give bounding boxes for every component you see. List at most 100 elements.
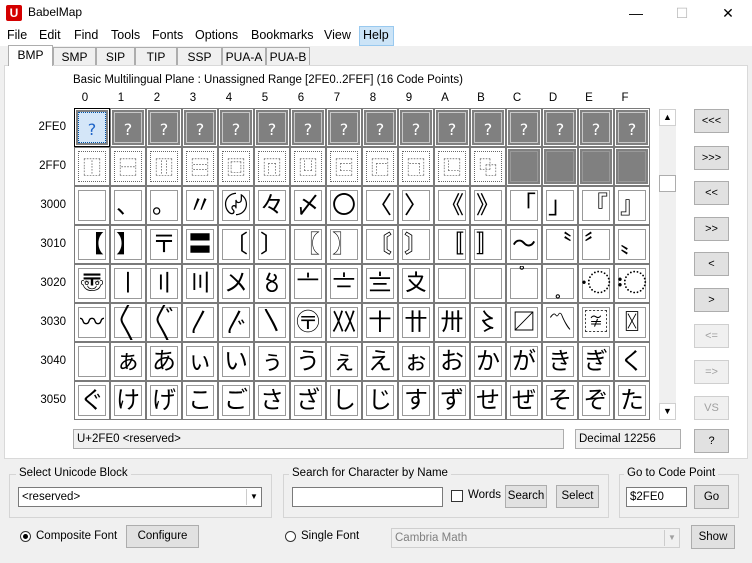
character-cell[interactable]: ⿵ xyxy=(254,147,290,186)
block-select[interactable]: <reserved> xyxy=(18,487,262,507)
nav-button[interactable]: ? xyxy=(694,429,729,453)
character-cell[interactable]: ざ xyxy=(290,381,326,420)
scroll-down-icon[interactable]: ▼ xyxy=(659,403,676,420)
character-cell[interactable]: ? xyxy=(182,108,218,147)
search-input[interactable] xyxy=(292,487,443,507)
character-cell[interactable]: 〆 xyxy=(290,186,326,225)
character-cell[interactable]: 〟 xyxy=(614,225,650,264)
character-cell[interactable]: 「 xyxy=(506,186,542,225)
character-cell[interactable]: 〾 xyxy=(578,303,614,342)
character-cell[interactable]: ? xyxy=(326,108,362,147)
character-cell[interactable]: 〙 xyxy=(398,225,434,264)
character-cell[interactable]: ? xyxy=(362,108,398,147)
character-cell[interactable]: す xyxy=(398,381,434,420)
character-cell[interactable]: 〪 xyxy=(434,264,470,303)
tab-pua-a[interactable]: PUA-A xyxy=(222,47,266,65)
character-cell[interactable]: 〠 xyxy=(74,264,110,303)
character-cell[interactable]: ⿳ xyxy=(182,147,218,186)
character-cell[interactable]: け xyxy=(110,381,146,420)
character-cell[interactable]: 〸 xyxy=(362,303,398,342)
character-cell[interactable]: 〲 xyxy=(146,303,182,342)
character-cell[interactable]: 〣 xyxy=(182,264,218,303)
nav-button[interactable]: <= xyxy=(694,324,729,348)
composite-font-radio[interactable] xyxy=(20,531,31,542)
nav-button[interactable]: > xyxy=(694,288,729,312)
character-cell[interactable]: ? xyxy=(578,108,614,147)
chevron-down-icon[interactable]: ▼ xyxy=(664,530,679,546)
character-cell[interactable]: 〝 xyxy=(542,225,578,264)
character-cell[interactable]: 〺 xyxy=(434,303,470,342)
go-button[interactable]: Go xyxy=(694,485,729,509)
character-cell[interactable]: ? xyxy=(506,108,542,147)
character-cell[interactable] xyxy=(578,147,614,186)
character-cell[interactable]: じ xyxy=(362,381,398,420)
nav-button[interactable]: < xyxy=(694,252,729,276)
character-cell[interactable]: ⿹ xyxy=(398,147,434,186)
character-cell[interactable]: ぁ xyxy=(110,342,146,381)
character-cell[interactable] xyxy=(74,186,110,225)
nav-button[interactable]: >> xyxy=(694,217,729,241)
character-cell[interactable]: ご xyxy=(218,381,254,420)
character-cell[interactable] xyxy=(506,147,542,186)
character-cell[interactable]: え xyxy=(362,342,398,381)
menu-find[interactable]: Find xyxy=(74,28,98,42)
character-cell[interactable]: 】 xyxy=(110,225,146,264)
character-cell[interactable]: ⿲ xyxy=(146,147,182,186)
character-cell[interactable]: た xyxy=(614,381,650,420)
menu-file[interactable]: File xyxy=(7,28,27,42)
character-cell[interactable]: 〃 xyxy=(182,186,218,225)
character-cell[interactable]: ? xyxy=(254,108,290,147)
character-cell[interactable]: 〯 xyxy=(614,264,650,303)
tab-sip[interactable]: SIP xyxy=(96,47,135,65)
character-cell[interactable]: 〵 xyxy=(254,303,290,342)
character-cell[interactable]: せ xyxy=(470,381,506,420)
configure-button[interactable]: Configure xyxy=(126,525,199,548)
character-cell[interactable]: 〮 xyxy=(578,264,614,303)
character-cell[interactable]: 〖 xyxy=(290,225,326,264)
character-cell[interactable]: ⿶ xyxy=(290,147,326,186)
character-cell[interactable]: 〴 xyxy=(218,303,254,342)
character-cell[interactable]: ? xyxy=(110,108,146,147)
tab-bmp[interactable]: BMP xyxy=(8,45,53,66)
character-cell[interactable]: 〇 xyxy=(326,186,362,225)
character-cell[interactable]: ぅ xyxy=(254,342,290,381)
character-cell[interactable]: 〗 xyxy=(326,225,362,264)
tab-pua-b[interactable]: PUA-B xyxy=(266,47,310,65)
character-cell[interactable]: ? xyxy=(146,108,182,147)
character-cell[interactable]: 」 xyxy=(542,186,578,225)
character-cell[interactable] xyxy=(74,342,110,381)
character-cell[interactable]: ぃ xyxy=(182,342,218,381)
character-cell[interactable]: 〜 xyxy=(506,225,542,264)
character-cell[interactable]: ぞ xyxy=(578,381,614,420)
menu-tools[interactable]: Tools xyxy=(111,28,140,42)
character-cell[interactable]: 〽 xyxy=(542,303,578,342)
character-cell[interactable]: ず xyxy=(434,381,470,420)
character-cell[interactable]: 〛 xyxy=(470,225,506,264)
character-cell[interactable]: し xyxy=(326,381,362,420)
character-cell[interactable]: 〼 xyxy=(506,303,542,342)
character-cell[interactable]: ぇ xyxy=(326,342,362,381)
character-cell[interactable]: さ xyxy=(254,381,290,420)
tab-ssp[interactable]: SSP xyxy=(177,47,222,65)
nav-button[interactable]: => xyxy=(694,360,729,384)
character-cell[interactable]: き xyxy=(542,342,578,381)
character-cell[interactable]: ⿴ xyxy=(218,147,254,186)
character-cell[interactable]: ⿱ xyxy=(110,147,146,186)
character-cell[interactable]: 〢 xyxy=(146,264,182,303)
character-cell[interactable]: 〕 xyxy=(254,225,290,264)
menu-bookmarks[interactable]: Bookmarks xyxy=(251,28,314,42)
codepoint-input[interactable]: $2FE0 xyxy=(626,487,687,507)
character-cell[interactable]: 〶 xyxy=(290,303,326,342)
character-cell[interactable]: ⿻ xyxy=(470,147,506,186)
single-font-radio[interactable] xyxy=(285,531,296,542)
scroll-up-icon[interactable]: ▲ xyxy=(659,109,676,126)
grid-scrollbar[interactable] xyxy=(659,109,676,420)
character-cell[interactable]: 〓 xyxy=(182,225,218,264)
character-cell[interactable]: 〳 xyxy=(182,303,218,342)
character-cell[interactable]: げ xyxy=(146,381,182,420)
character-cell[interactable]: く xyxy=(614,342,650,381)
character-cell[interactable]: 〨 xyxy=(362,264,398,303)
character-cell[interactable]: ? xyxy=(434,108,470,147)
character-cell[interactable]: お xyxy=(434,342,470,381)
character-cell[interactable]: 〞 xyxy=(578,225,614,264)
